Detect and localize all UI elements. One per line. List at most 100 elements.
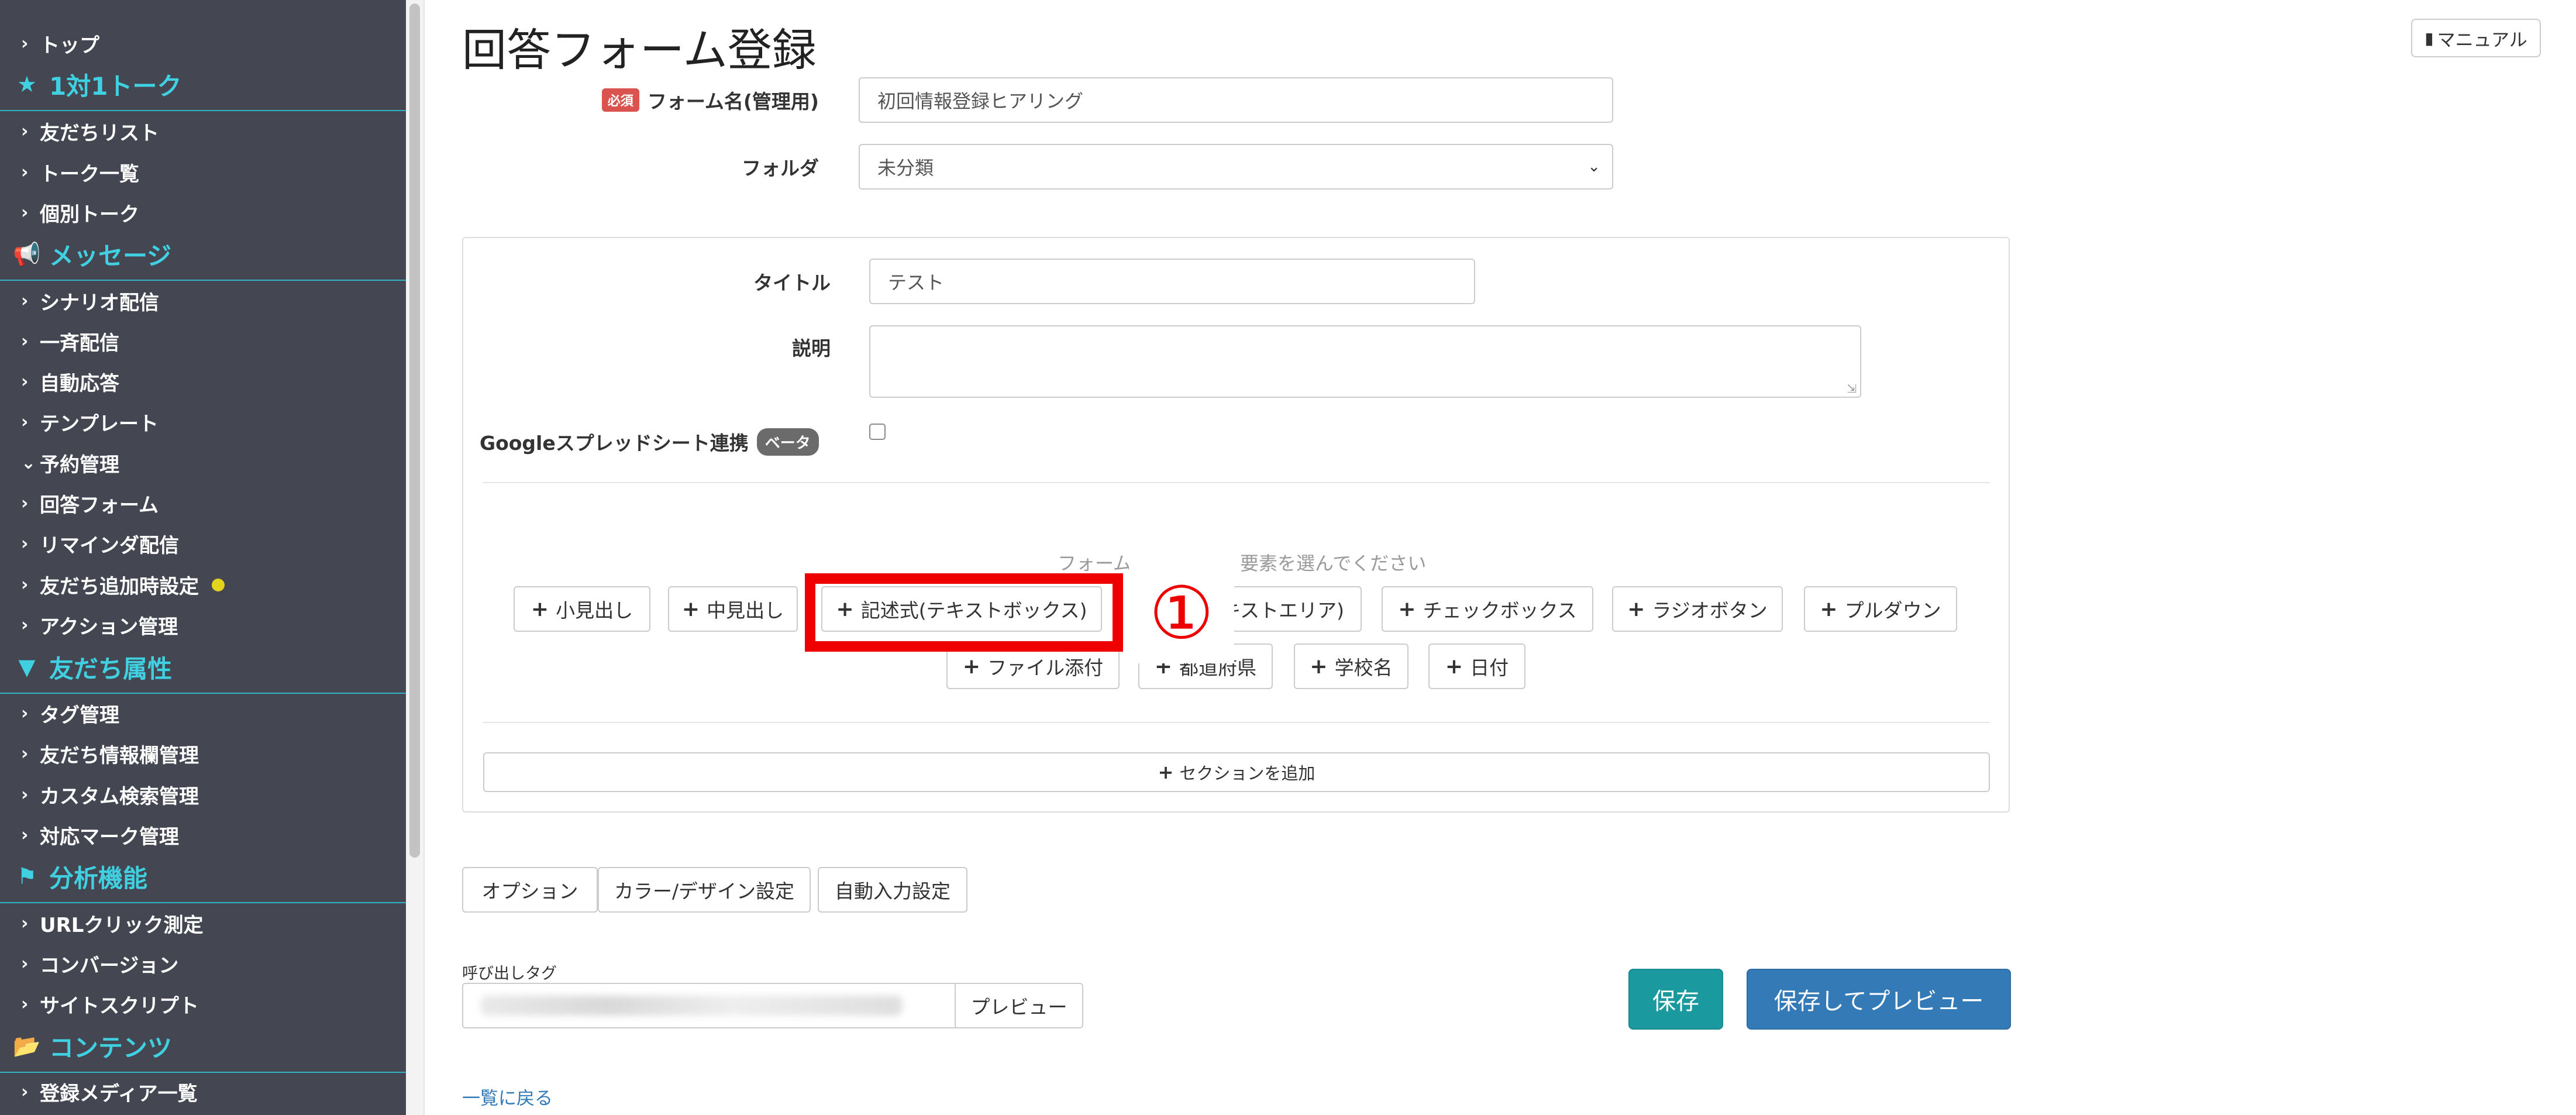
add-school-name-button[interactable]: + 学校名	[1294, 643, 1408, 689]
form-name-input[interactable]: 初回情報登録ヒアリング	[859, 77, 1613, 123]
sidebar-item-label: リマインダ配信	[40, 534, 179, 558]
title-input-value: テスト	[888, 271, 945, 294]
plus-icon: +	[1158, 761, 1174, 783]
element-hint-left: フォーム	[1058, 552, 1132, 574]
divider	[483, 482, 1990, 483]
sidebar-item-label: タグ管理	[40, 704, 119, 727]
autofill-settings-button[interactable]: 自動入力設定	[818, 867, 967, 913]
sidebar-item-friend-add-settings[interactable]: › 友だち追加時設定	[0, 565, 406, 605]
gsheet-label: Googleスプレッドシート連携 ベータ	[480, 422, 831, 461]
chevron-right-icon: ›	[21, 412, 29, 432]
sidebar-item-reservation[interactable]: ⌄ 予約管理	[0, 443, 406, 483]
sidebar-heading-label: 1対1トーク	[49, 71, 182, 101]
chevron-right-icon: ›	[21, 784, 29, 805]
sidebar-heading-talk: ★ 1対1トーク	[0, 58, 406, 111]
sidebar-item-label: トップ	[40, 34, 99, 57]
sidebar-item-label: カスタム検索管理	[40, 785, 199, 808]
add-medium-heading-button[interactable]: + 中見出し	[668, 586, 798, 632]
add-small-heading-button[interactable]: + 小見出し	[514, 586, 650, 632]
sidebar-item-answer-form[interactable]: › 回答フォーム	[0, 483, 406, 524]
folder-select[interactable]: 未分類 ⌄	[859, 144, 1613, 190]
sidebar-item-label: シナリオ配信	[40, 291, 159, 315]
add-section-button[interactable]: + セクションを追加	[483, 752, 1990, 792]
description-label: 説明	[792, 337, 831, 360]
sidebar-heading-label: コンテンツ	[49, 1033, 173, 1062]
sidebar-item-media-list[interactable]: › 登録メディア一覧	[0, 1072, 406, 1112]
sidebar-item-label: 自動応答	[40, 372, 119, 395]
chevron-right-icon: ›	[21, 534, 29, 554]
sidebar-item-conversion[interactable]: › コンバージョン	[0, 944, 406, 984]
sidebar: › トップ ★ 1対1トーク › 友だちリスト › トーク一覧 › 個別トーク 📢 メッセー…	[0, 0, 406, 1115]
title-input[interactable]: テスト	[869, 259, 1475, 304]
element-hint-right: 要素を選んでください	[1240, 552, 1427, 574]
megaphone-icon: 📢	[13, 240, 41, 267]
sidebar-scrollbar-thumb[interactable]	[409, 4, 420, 858]
sidebar-item-action[interactable]: › アクション管理	[0, 605, 406, 645]
call-tag-label: 呼び出しタグ	[462, 965, 557, 983]
plus-icon: +	[962, 654, 981, 679]
add-date-button[interactable]: + 日付	[1428, 643, 1525, 689]
sidebar-item-custom-search[interactable]: › カスタム検索管理	[0, 775, 406, 815]
sidebar-item-scenario[interactable]: › シナリオ配信	[0, 281, 406, 321]
sidebar-item-label: URLクリック測定	[40, 914, 204, 937]
manual-button[interactable]: ▮ マニュアル	[2411, 19, 2541, 57]
plus-icon: +	[1627, 597, 1645, 621]
color-design-button[interactable]: カラー/デザイン設定	[598, 867, 811, 913]
sidebar-item-talk-list[interactable]: › トーク一覧	[0, 152, 406, 192]
sidebar-item-label: 回答フォーム	[40, 494, 159, 517]
sidebar-item-individual-talk[interactable]: › 個別トーク	[0, 192, 406, 233]
gsheet-checkbox[interactable]	[869, 424, 886, 440]
sidebar-item-friend-info[interactable]: › 友だち情報欄管理	[0, 734, 406, 774]
resize-handle-icon[interactable]: ⇲	[1847, 381, 1857, 395]
sidebar-item-label: 登録メディア一覧	[40, 1082, 198, 1106]
sidebar-item-tags[interactable]: › タグ管理	[0, 693, 406, 734]
plus-icon: +	[1398, 597, 1416, 621]
save-and-preview-button[interactable]: 保存してプレビュー	[1747, 969, 2011, 1030]
sidebar-item-auto-reply[interactable]: › 自動応答	[0, 362, 406, 402]
button-label: 日付	[1470, 656, 1509, 679]
sidebar-item-label: トーク一覧	[40, 163, 139, 186]
sidebar-item-label: 友だち情報欄管理	[40, 744, 199, 768]
sidebar-item-friend-list[interactable]: › 友だちリスト	[0, 111, 406, 152]
sidebar-item-url-click[interactable]: › URLクリック測定	[0, 903, 406, 944]
chevron-right-icon: ›	[21, 1082, 29, 1102]
title-label: タイトル	[753, 271, 831, 294]
sidebar-item-label: サイトスクリプト	[40, 994, 199, 1018]
chevron-right-icon: ›	[21, 574, 29, 595]
add-checkbox-button[interactable]: + チェックボックス	[1382, 586, 1593, 632]
add-dropdown-button[interactable]: + プルダウン	[1804, 586, 1957, 632]
sidebar-item-label: コンバージョン	[40, 954, 179, 978]
folder-label: フォルダ	[742, 157, 819, 180]
call-tag-input[interactable]	[462, 983, 955, 1028]
button-label: 中見出し	[707, 599, 784, 622]
form-name-value: 初回情報登録ヒアリング	[877, 90, 1084, 112]
back-to-list-link[interactable]: 一覧に戻る	[462, 1083, 553, 1110]
tag-preview-button[interactable]: プレビュー	[955, 983, 1083, 1028]
button-label: プルダウン	[1844, 599, 1941, 622]
chevron-down-icon: ⌄	[1587, 158, 1600, 175]
folder-select-value: 未分類	[877, 157, 934, 179]
chevron-right-icon: ›	[21, 994, 29, 1014]
required-badge: 必須	[601, 88, 639, 112]
filter-icon: ▼	[18, 654, 36, 680]
sidebar-item-marks[interactable]: › 対応マーク管理	[0, 815, 406, 855]
folder-open-icon: 📂	[13, 1033, 41, 1059]
add-radio-button[interactable]: + ラジオボタン	[1612, 586, 1783, 632]
sidebar-item-template[interactable]: › テンプレート	[0, 402, 406, 442]
sidebar-item-label: 対応マーク管理	[40, 825, 179, 849]
description-textarea[interactable]: ⇲	[869, 325, 1861, 398]
options-button[interactable]: オプション	[462, 867, 598, 913]
sidebar-item-label: 友だち追加時設定	[40, 575, 199, 598]
sidebar-item-reminder[interactable]: › リマインダ配信	[0, 524, 406, 564]
button-label: 小見出し	[556, 599, 633, 622]
sidebar-item-top[interactable]: › トップ	[0, 23, 406, 64]
plus-icon: +	[1310, 654, 1328, 679]
annotation-highlight-box	[805, 573, 1123, 652]
divider	[483, 722, 1990, 723]
sidebar-heading-analytics: ⚑ 分析機能	[0, 851, 406, 903]
save-button[interactable]: 保存	[1628, 969, 1723, 1030]
sidebar-item-broadcast[interactable]: › 一斉配信	[0, 321, 406, 362]
form-name-label: 必須 フォーム名(管理用)	[526, 81, 819, 119]
sidebar-item-label: アクション管理	[40, 615, 178, 639]
sidebar-item-site-script[interactable]: › サイトスクリプト	[0, 984, 406, 1024]
